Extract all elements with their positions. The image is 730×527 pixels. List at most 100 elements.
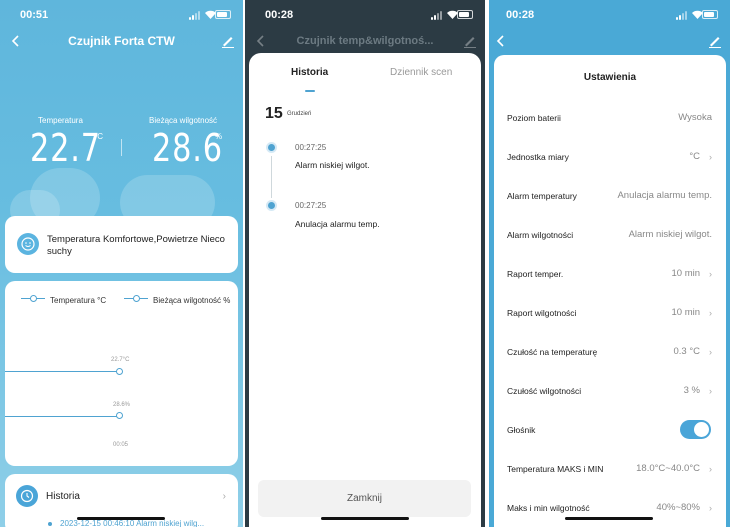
temp-point[interactable] xyxy=(116,368,123,375)
setting-label: Głośnik xyxy=(507,425,536,435)
setting-temp-max-min[interactable]: Temperatura MAKS i MIN 18.0°C~40.0°C › xyxy=(494,463,726,502)
speaker-toggle[interactable] xyxy=(680,420,711,439)
setting-label: Temperatura MAKS i MIN xyxy=(507,464,604,474)
event-time: 00:27:25 xyxy=(295,201,327,210)
setting-label: Alarm temperatury xyxy=(507,191,577,201)
temperature-label: Temperatura xyxy=(38,116,83,125)
settings-title: Ustawienia xyxy=(583,72,637,83)
event-text: Anulacja alarmu temp. xyxy=(295,219,380,229)
chevron-right-icon: › xyxy=(709,308,712,318)
timeline-line xyxy=(271,156,272,198)
status-time: 00:28 xyxy=(506,9,535,21)
signal-icon xyxy=(676,11,689,20)
tab-active-indicator xyxy=(305,90,315,92)
battery-icon xyxy=(215,10,231,19)
setting-humidity-max-min[interactable]: Maks i min wilgotność 40%~80% › xyxy=(494,502,726,527)
home-indicator[interactable] xyxy=(565,517,653,520)
humidity-point[interactable] xyxy=(116,412,123,419)
battery-icon xyxy=(457,10,473,19)
setting-value: Anulacja alarmu temp. xyxy=(617,190,712,201)
status-bar: 00:28 xyxy=(265,9,473,23)
setting-label: Jednostka miary xyxy=(507,152,569,162)
setting-humidity-sensitivity[interactable]: Czułość wilgotności 3 % › xyxy=(494,385,726,424)
signal-icon xyxy=(189,11,202,20)
month-label: Grudzień xyxy=(287,111,312,117)
temp-line xyxy=(5,371,118,372)
background-title: Czujnik temp&wilgotnoś... xyxy=(296,35,434,47)
setting-value: 40%~80% xyxy=(656,502,700,513)
history-item[interactable]: 2023-12-15 00:46:10 Alarm niskiej wilg..… xyxy=(60,519,204,527)
setting-label: Poziom baterii xyxy=(507,113,561,123)
setting-speaker: Głośnik xyxy=(494,420,726,463)
setting-value: °C xyxy=(689,151,700,162)
event-time: 00:27:25 xyxy=(295,143,327,152)
humidity-value: 28.6 xyxy=(152,126,223,170)
battery-icon xyxy=(702,10,718,19)
setting-label: Raport wilgotności xyxy=(507,308,577,318)
status-time: 00:28 xyxy=(265,9,294,21)
signal-icon xyxy=(431,11,444,20)
chevron-right-icon: › xyxy=(709,269,712,279)
humidity-label: Bieżąca wilgotność xyxy=(149,116,218,125)
setting-temp-report[interactable]: Raport temper. 10 min › xyxy=(494,268,726,307)
timeline-dot xyxy=(266,200,277,211)
status-bar: 00:51 xyxy=(20,9,231,23)
temperature-value: 22.7 xyxy=(30,126,101,170)
clock-icon xyxy=(16,485,38,507)
history-sheet: Historia Dziennik scen 15 Grudzień 00:27… xyxy=(249,53,481,527)
edit-icon[interactable] xyxy=(708,34,722,48)
divider xyxy=(121,139,122,156)
status-time: 00:51 xyxy=(20,9,49,21)
bullet-dot xyxy=(48,522,52,526)
day-number: 15 xyxy=(265,105,283,122)
setting-temp-sensitivity[interactable]: Czułość na temperaturę 0.3 °C › xyxy=(494,346,726,385)
chevron-right-icon: › xyxy=(709,464,712,474)
humidity-point-label: 28.6% xyxy=(113,402,131,408)
chevron-right-icon: › xyxy=(709,347,712,357)
temp-point-label: 22.7°C xyxy=(111,357,130,363)
setting-label: Maks i min wilgotność xyxy=(507,503,590,513)
setting-value: 3 % xyxy=(683,385,700,396)
history-label: Historia xyxy=(46,491,80,502)
legend-humidity-marker xyxy=(133,295,140,302)
back-arrow-icon[interactable] xyxy=(495,35,507,47)
setting-unit[interactable]: Jednostka miary °C › xyxy=(494,151,726,190)
page-title: Czujnik Forta CTW xyxy=(68,34,175,48)
legend-humidity-label: Bieżąca wilgotność % xyxy=(153,296,231,305)
setting-value: Alarm niskiej wilgot. xyxy=(628,229,712,240)
chevron-right-icon: › xyxy=(709,386,712,396)
device-screen: 00:51 Czujnik Forta CTW Temperatura 22.7… xyxy=(0,0,243,527)
edit-icon[interactable] xyxy=(221,34,235,48)
chevron-right-icon: › xyxy=(222,491,226,502)
setting-label: Czułość wilgotności xyxy=(507,386,582,396)
humidity-line xyxy=(5,416,118,417)
event-text: Alarm niskiej wilgot. xyxy=(295,160,370,170)
x-axis-time-label: 00:05 xyxy=(113,442,129,448)
home-indicator[interactable] xyxy=(321,517,409,520)
setting-label: Alarm wilgotności xyxy=(507,230,574,240)
temperature-unit: °C xyxy=(94,132,103,141)
setting-humidity-report[interactable]: Raport wilgotności 10 min › xyxy=(494,307,726,346)
tab-scene-log[interactable]: Dziennik scen xyxy=(390,67,452,78)
timeline-dot xyxy=(266,142,277,153)
setting-humidity-alarm[interactable]: Alarm wilgotności Alarm niskiej wilgot. xyxy=(494,229,726,268)
setting-temp-alarm[interactable]: Alarm temperatury Anulacja alarmu temp. xyxy=(494,190,726,229)
settings-screen: 00:28 Ustawienia Poziom baterii Wysoka J… xyxy=(489,0,730,527)
settings-sheet: Ustawienia Poziom baterii Wysoka Jednost… xyxy=(494,55,726,527)
chart-card: Temperatura °C Bieżąca wilgotność % 22.7… xyxy=(5,281,238,466)
chevron-right-icon: › xyxy=(709,152,712,162)
home-indicator[interactable] xyxy=(77,517,165,520)
setting-label: Czułość na temperaturę xyxy=(507,347,598,357)
setting-value: 10 min xyxy=(671,268,700,279)
close-button[interactable]: Zamknij xyxy=(258,480,471,517)
setting-value: 10 min xyxy=(671,307,700,318)
setting-label: Raport temper. xyxy=(507,269,564,279)
status-bar: 00:28 xyxy=(506,9,718,23)
setting-value: 18.0°C~40.0°C xyxy=(636,463,700,474)
tab-history[interactable]: Historia xyxy=(291,67,328,78)
setting-battery-level: Poziom baterii Wysoka xyxy=(494,112,726,151)
legend-temp-label: Temperatura °C xyxy=(50,296,107,305)
history-modal-screen: 00:28 Czujnik temp&wilgotnoś... Historia… xyxy=(245,0,485,527)
comfort-status-text: Temperatura Komfortowe,Powietrze Nieco s… xyxy=(47,234,225,257)
legend-temp-marker xyxy=(30,295,37,302)
